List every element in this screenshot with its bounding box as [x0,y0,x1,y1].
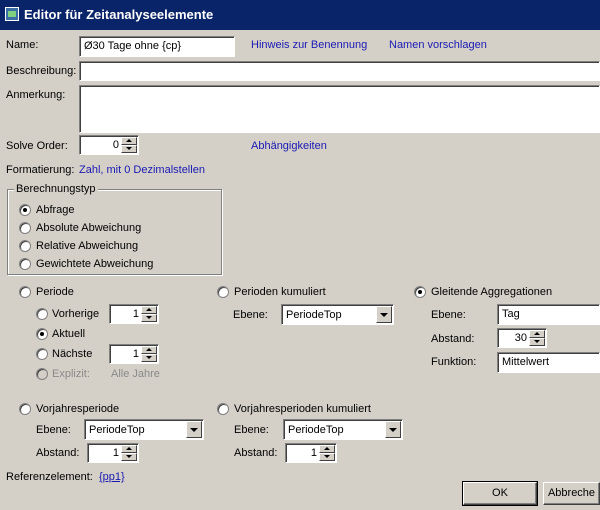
spin-down-icon[interactable] [121,453,137,461]
periode-next-label: Nächste [52,348,93,360]
periode-previous-value: 1 [132,308,139,320]
periode-label: Periode [36,286,74,298]
periode-explicit-value: Alle Jahre [111,368,160,380]
note-textarea[interactable] [79,85,600,133]
periode-current-radio[interactable] [36,328,48,340]
perioden-kumuliert-level-label: Ebene: [233,309,268,321]
name-label: Name: [6,39,39,51]
perioden-kumuliert-level-select[interactable]: PeriodeTop [281,304,394,325]
calc-type-query-label: Abfrage [36,204,75,216]
gleitende-function-select[interactable]: Mittelwert [497,352,600,373]
chevron-down-icon[interactable] [385,421,401,438]
vorjahresperiode-level-value: PeriodeTop [89,424,145,436]
window-title: Editor für Zeitanalyseelemente [24,7,214,22]
calc-type-title: Berechnungstyp [14,183,98,195]
spin-up-icon[interactable] [141,306,157,314]
spin-up-icon[interactable] [529,330,545,338]
vorjahresperiode-radio[interactable] [19,403,31,415]
calc-type-weighted-radio[interactable] [19,258,31,270]
vorjahresperioden-kumuliert-radio[interactable] [217,403,229,415]
solve-order-label: Solve Order: [6,140,68,152]
gleitende-radio[interactable] [414,286,426,298]
periode-next-radio[interactable] [36,348,48,360]
gleitende-distance-value: 30 [514,332,527,344]
vorjahresperioden-kumuliert-level-select[interactable]: PeriodeTop [283,419,403,440]
description-label: Beschreibung: [6,65,77,77]
suggest-names-link[interactable]: Namen vorschlagen [389,39,487,51]
spin-down-icon[interactable] [141,354,157,362]
vorjahresperioden-kumuliert-distance-label: Abstand: [234,447,278,459]
vorjahresperiode-distance-spinner[interactable]: 1 [87,443,139,463]
gleitende-level-select[interactable]: Tag [497,304,600,325]
chevron-down-icon[interactable] [376,306,392,323]
spin-up-icon[interactable] [121,445,137,453]
periode-next-spinner[interactable]: 1 [109,344,159,364]
vorjahresperioden-kumuliert-distance-value: 1 [310,447,317,459]
name-input[interactable]: Ø30 Tage ohne {cp} [79,36,235,57]
ok-button[interactable]: OK [462,481,538,506]
spin-up-icon[interactable] [141,346,157,354]
solve-order-spinner[interactable]: 0 [79,135,139,155]
periode-next-value: 1 [132,348,139,360]
perioden-kumuliert-radio[interactable] [217,286,229,298]
vorjahresperiode-distance-value: 1 [112,447,119,459]
vorjahresperiode-level-label: Ebene: [36,424,71,436]
dependencies-link[interactable]: Abhängigkeiten [251,140,327,152]
formatting-link[interactable]: Zahl, mit 0 Dezimalstellen [79,164,205,176]
vorjahresperioden-kumuliert-level-value: PeriodeTop [288,424,344,436]
periode-previous-spinner[interactable]: 1 [109,304,159,324]
perioden-kumuliert-label: Perioden kumuliert [234,286,326,298]
vorjahresperiode-label: Vorjahresperiode [36,403,120,415]
periode-current-label: Aktuell [52,328,86,340]
spin-up-icon[interactable] [319,445,335,453]
gleitende-label: Gleitende Aggregationen [431,286,553,298]
gleitende-distance-spinner[interactable]: 30 [497,328,547,348]
calc-type-query-radio[interactable] [19,204,31,216]
reference-label: Referenzelement: [6,471,93,483]
reference-link[interactable]: {pp1} [99,471,125,483]
perioden-kumuliert-level-value: PeriodeTop [286,309,342,321]
calc-type-absolute-label: Absolute Abweichung [36,222,142,234]
vorjahresperioden-kumuliert-level-label: Ebene: [234,424,269,436]
calc-type-weighted-label: Gewichtete Abweichung [36,258,154,270]
formatting-label: Formatierung: [6,164,75,176]
spin-down-icon[interactable] [319,453,335,461]
description-input[interactable] [79,61,600,81]
vorjahresperioden-kumuliert-label: Vorjahresperioden kumuliert [234,403,371,415]
spin-down-icon[interactable] [121,145,137,153]
vorjahresperiode-level-select[interactable]: PeriodeTop [84,419,204,440]
calc-type-absolute-radio[interactable] [19,222,31,234]
naming-hint-link[interactable]: Hinweis zur Benennung [251,39,367,51]
periode-previous-label: Vorherige [52,308,100,320]
vorjahresperioden-kumuliert-distance-spinner[interactable]: 1 [285,443,337,463]
gleitende-function-label: Funktion: [431,356,477,368]
app-icon [5,7,19,21]
gleitende-distance-label: Abstand: [431,333,475,345]
spin-up-icon[interactable] [121,137,137,145]
chevron-down-icon[interactable] [186,421,202,438]
cancel-button[interactable]: Abbreche [543,482,600,505]
periode-previous-radio[interactable] [36,308,48,320]
solve-order-value: 0 [112,139,119,151]
note-label: Anmerkung: [6,89,66,101]
spin-down-icon[interactable] [141,314,157,322]
periode-radio[interactable] [19,286,31,298]
gleitende-level-label: Ebene: [431,309,466,321]
periode-explicit-radio[interactable] [36,368,48,380]
spin-down-icon[interactable] [529,338,545,346]
vorjahresperiode-distance-label: Abstand: [36,447,80,459]
calc-type-relative-radio[interactable] [19,240,31,252]
periode-explicit-label: Explizit: [52,368,90,380]
calc-type-relative-label: Relative Abweichung [36,240,139,252]
